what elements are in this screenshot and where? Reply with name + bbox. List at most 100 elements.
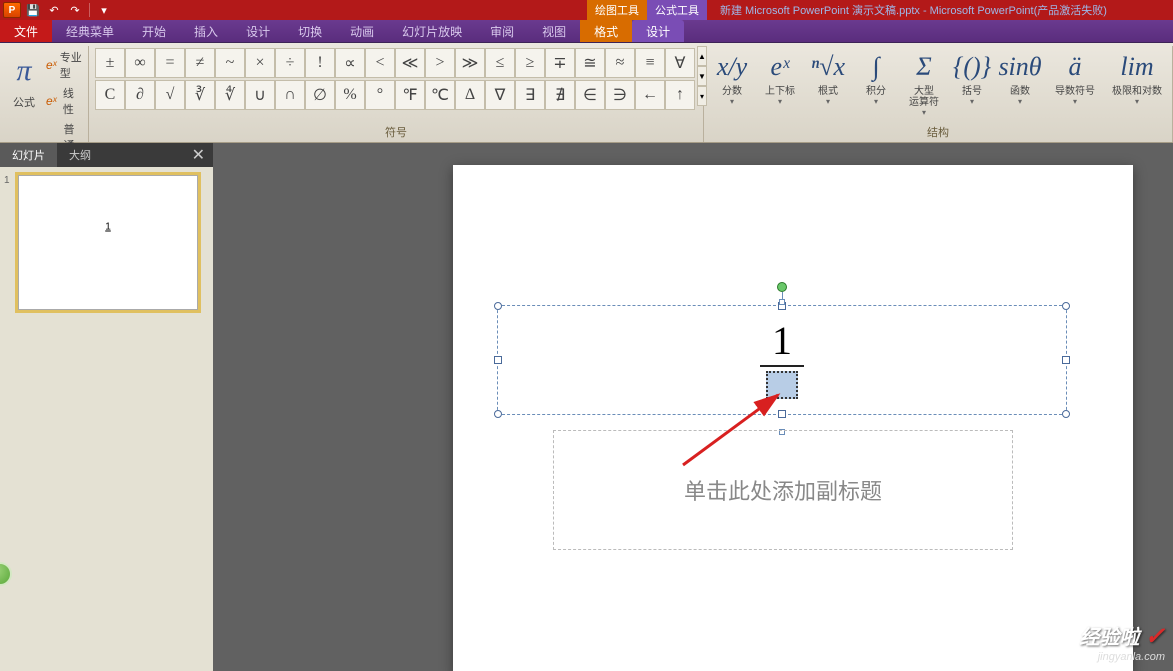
dropdown-icon: ▾ [730,97,734,106]
tab-animation[interactable]: 动画 [336,20,388,42]
symbol-button[interactable]: × [245,48,275,78]
resize-handle[interactable] [494,302,502,310]
structure-button[interactable]: ⁿ√x根式▾ [806,48,850,117]
symbol-button[interactable]: ∜ [215,80,245,110]
symbol-button[interactable]: ∋ [605,80,635,110]
structure-label: 根式 [818,86,838,97]
tab-outline[interactable]: 大纲 [57,143,103,167]
tab-format[interactable]: 格式 [580,20,632,42]
symbol-button[interactable]: ∂ [125,80,155,110]
app-icon: P [3,2,21,18]
tab-review[interactable]: 审阅 [476,20,528,42]
resize-handle[interactable] [778,410,786,418]
resize-handle[interactable] [1062,302,1070,310]
symbol-button[interactable]: ∛ [185,80,215,110]
tab-design[interactable]: 设计 [232,20,284,42]
structure-label: 上下标 [765,86,795,97]
symbol-button[interactable]: ≤ [485,48,515,78]
title-textbox[interactable]: 1 [497,305,1067,415]
ribbon-group-tools: π 公式 eˣ专业型 eˣ线性 abc普通文本 工具 [0,46,89,142]
symbol-button[interactable]: ∅ [305,80,335,110]
close-panel-icon[interactable]: ✕ [184,145,213,165]
symbol-button[interactable]: ° [365,80,395,110]
symbol-button[interactable]: ≠ [185,48,215,78]
professional-button[interactable]: eˣ专业型 [44,48,84,82]
symbol-button[interactable]: ∈ [575,80,605,110]
tab-home[interactable]: 开始 [128,20,180,42]
resize-handle[interactable] [1062,410,1070,418]
thumbnail-item[interactable]: 1 1 [4,175,209,310]
pi-equation-icon[interactable]: π [8,48,40,94]
symbol-button[interactable]: ℉ [395,80,425,110]
slide[interactable]: 1 单击此处添加副标题 [453,165,1133,671]
thumbnail-number: 1 [4,175,14,310]
symbol-button[interactable]: = [155,48,185,78]
structure-button[interactable]: lim极限和对数▾ [1108,48,1166,117]
symbol-button[interactable]: ∝ [335,48,365,78]
symbol-button[interactable]: ∃ [515,80,545,110]
tab-slideshow[interactable]: 幻灯片放映 [388,20,476,42]
undo-icon[interactable]: ↶ [45,2,63,18]
tab-slides[interactable]: 幻灯片 [0,143,57,167]
symbol-button[interactable]: ← [635,80,665,110]
subtitle-textbox[interactable]: 单击此处添加副标题 [553,430,1013,550]
structure-button[interactable]: x/y分数▾ [710,48,754,117]
save-icon[interactable]: 💾 [24,2,42,18]
symbol-button[interactable]: √ [155,80,185,110]
symbol-button[interactable]: ∞ [125,48,155,78]
slide-canvas[interactable]: 1 单击此处添加副标题 [213,143,1173,671]
symbol-button[interactable]: C [95,80,125,110]
symbol-button[interactable]: ≅ [575,48,605,78]
structure-button[interactable]: Σ大型 运算符▾ [902,48,946,117]
symbol-button[interactable]: ≪ [395,48,425,78]
symbol-button[interactable]: ≥ [515,48,545,78]
symbol-button[interactable]: ± [95,48,125,78]
fraction-denominator-placeholder[interactable] [766,371,798,399]
rotation-handle[interactable] [777,282,787,292]
symbol-button[interactable]: > [425,48,455,78]
structure-button[interactable]: sinθ函数▾ [998,48,1042,117]
structure-icon: ä [1069,48,1082,86]
resize-handle[interactable] [494,356,502,364]
structure-button[interactable]: ä导数符号▾ [1046,48,1104,117]
redo-icon[interactable]: ↷ [66,2,84,18]
qat-dropdown-icon[interactable]: ▾ [95,2,113,18]
resize-handle[interactable] [494,410,502,418]
symbol-button[interactable]: ≡ [635,48,665,78]
tab-equation-design[interactable]: 设计 [632,20,684,42]
symbol-button[interactable]: ∇ [485,80,515,110]
linear-button[interactable]: eˣ线性 [44,84,84,118]
symbol-button[interactable]: ↑ [665,80,695,110]
symbol-button[interactable]: ∩ [275,80,305,110]
structure-button[interactable]: {()}括号▾ [950,48,994,117]
structure-button[interactable]: ∫积分▾ [854,48,898,117]
file-tab[interactable]: 文件 [0,20,52,42]
symbol-button[interactable]: ℃ [425,80,455,110]
structure-button[interactable]: eˣ上下标▾ [758,48,802,117]
symbol-button[interactable]: ∄ [545,80,575,110]
tab-transition[interactable]: 切换 [284,20,336,42]
structure-label: 大型 运算符 [909,86,939,108]
slide-thumbnail[interactable]: 1 [18,175,198,310]
symbol-button[interactable]: ∆ [455,80,485,110]
equation-fraction[interactable]: 1 [760,321,804,399]
structure-icon: Σ [916,48,931,86]
symbol-button[interactable]: ~ [215,48,245,78]
symbol-button[interactable]: % [335,80,365,110]
symbol-button[interactable]: ∓ [545,48,575,78]
tab-classic-menu[interactable]: 经典菜单 [52,20,128,42]
symbol-button[interactable]: ≈ [605,48,635,78]
symbol-button[interactable]: ∀ [665,48,695,78]
symbol-button[interactable]: ! [305,48,335,78]
symbol-button[interactable]: ≫ [455,48,485,78]
symbol-button[interactable]: ∪ [245,80,275,110]
tab-insert[interactable]: 插入 [180,20,232,42]
fraction-numerator[interactable]: 1 [760,321,804,361]
symbol-button[interactable]: ÷ [275,48,305,78]
dropdown-icon: ▾ [874,97,878,106]
tab-view[interactable]: 视图 [528,20,580,42]
equation-handle[interactable] [779,299,785,305]
symbol-button[interactable]: < [365,48,395,78]
resize-handle[interactable] [1062,356,1070,364]
ribbon-tabs: 文件 经典菜单 开始 插入 设计 切换 动画 幻灯片放映 审阅 视图 格式 设计 [0,20,1173,43]
